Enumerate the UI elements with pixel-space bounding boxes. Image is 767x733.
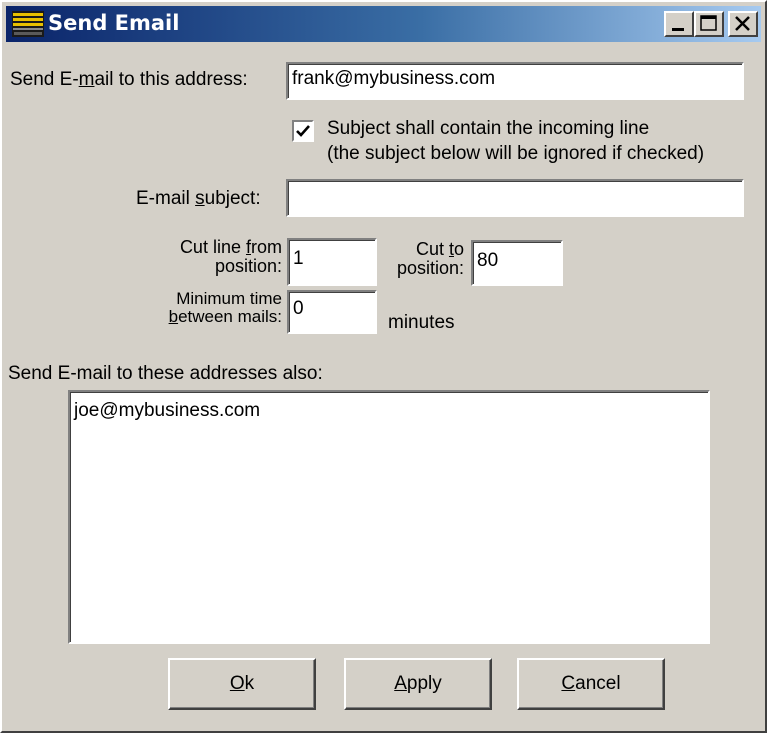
close-button[interactable] — [728, 11, 758, 37]
also-addresses-textarea[interactable]: joe@mybusiness.com — [68, 390, 710, 644]
close-icon — [735, 16, 750, 31]
maximize-button[interactable] — [694, 11, 724, 37]
also-addresses-label: Send E-mail to these addresses also: — [8, 363, 323, 384]
subject-label: E-mail subject: — [136, 188, 261, 209]
cancel-button[interactable]: Cancel — [517, 658, 665, 710]
cut-from-label: Cut line from position: — [179, 237, 282, 276]
apply-button[interactable]: Apply — [344, 658, 492, 710]
subject-input[interactable] — [286, 179, 744, 217]
min-time-label: Minimum time between mails: — [168, 289, 282, 326]
subject-incoming-line-checkbox[interactable] — [292, 120, 314, 142]
to-address-input[interactable]: frank@mybusiness.com — [286, 62, 744, 100]
title-bar[interactable]: Send Email — [6, 6, 761, 42]
minimize-button[interactable] — [664, 11, 694, 37]
cut-from-input[interactable]: 1 — [287, 238, 377, 286]
checkmark-icon — [296, 125, 310, 137]
ok-button[interactable]: Ok — [168, 658, 316, 710]
minutes-label: minutes — [388, 312, 455, 333]
min-time-input[interactable]: 0 — [287, 290, 377, 334]
to-address-label: Send E-mail to this address: — [10, 69, 248, 90]
app-icon — [12, 11, 44, 37]
cut-to-input[interactable]: 80 — [471, 240, 563, 286]
cut-to-label: Cut to position: — [396, 239, 464, 278]
also-address-item: joe@mybusiness.com — [74, 400, 261, 421]
checkbox-label-line2: (the subject below will be ignored if ch… — [327, 143, 705, 164]
minimize-icon — [672, 28, 684, 31]
window-title: Send Email — [48, 11, 180, 35]
checkbox-label-line1: Subject shall contain the incoming line — [327, 118, 650, 139]
maximize-icon — [700, 15, 717, 31]
send-email-window: Send Email Send E-mail to this address: … — [0, 0, 767, 733]
